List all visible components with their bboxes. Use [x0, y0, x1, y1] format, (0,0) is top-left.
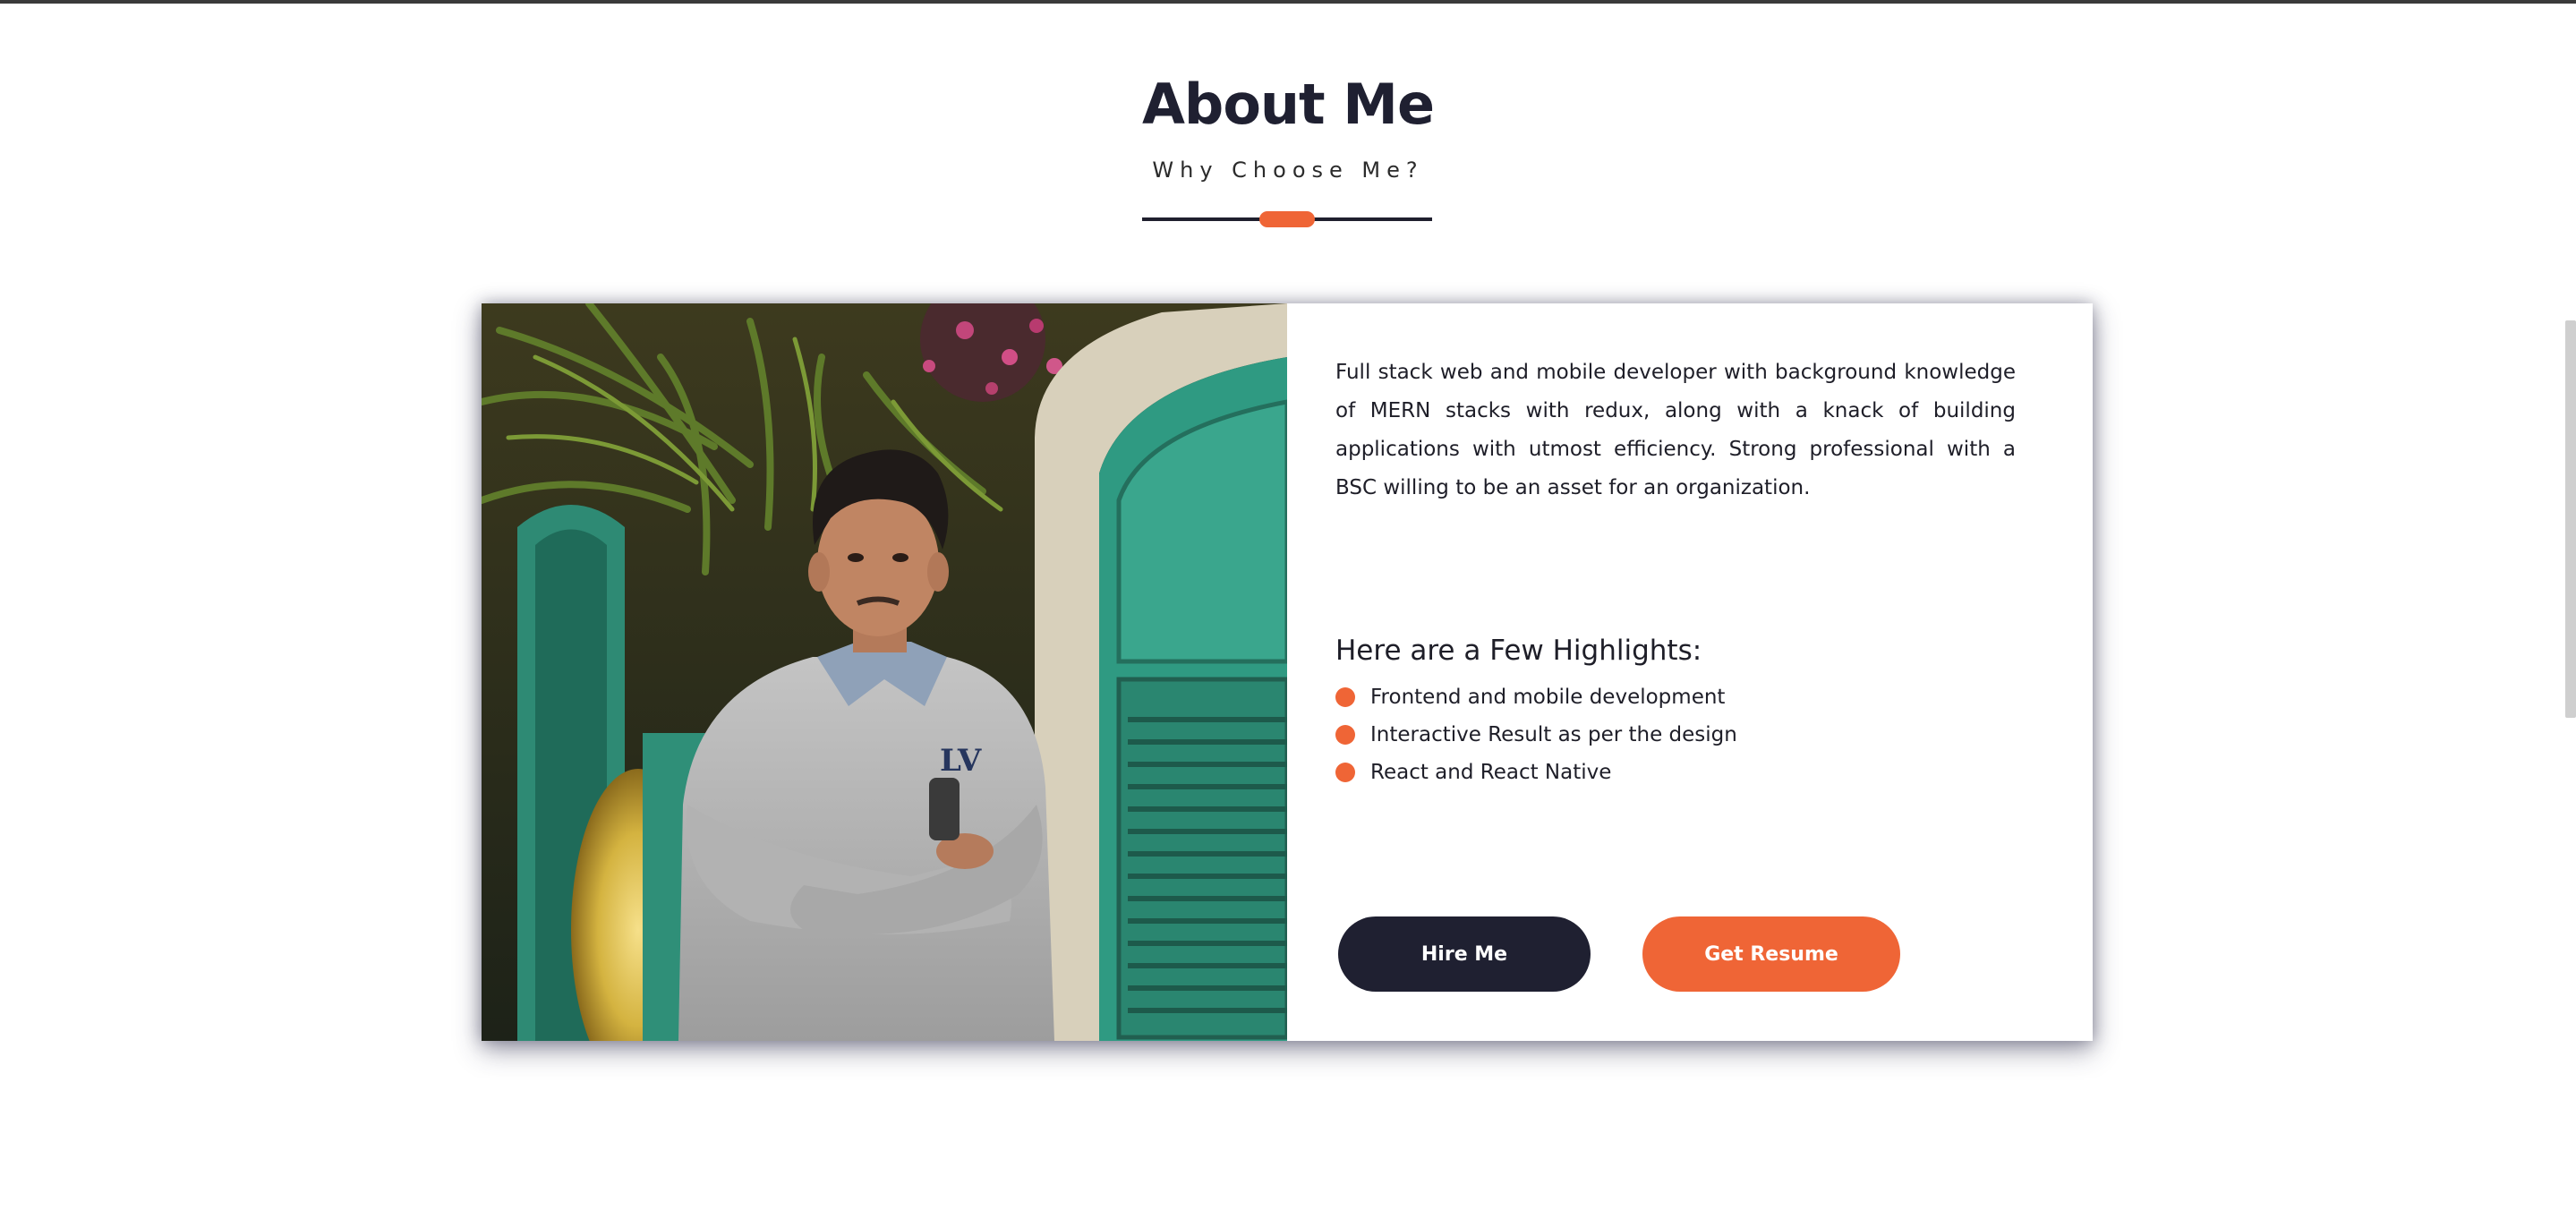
about-content: Full stack web and mobile developer with… — [1335, 303, 2055, 1041]
highlight-text: Frontend and mobile development — [1370, 686, 1726, 709]
highlight-text: React and React Native — [1370, 761, 1612, 784]
section-subtitle: Why Choose Me? — [1152, 158, 1424, 183]
scrollbar-thumb[interactable] — [2565, 320, 2576, 718]
bio-text: Full stack web and mobile developer with… — [1335, 361, 2016, 499]
list-item: Frontend and mobile development — [1335, 678, 1737, 716]
divider-accent-pill — [1259, 211, 1315, 227]
highlight-text: Interactive Result as per the design — [1370, 723, 1737, 746]
bullet-dot-icon — [1335, 763, 1355, 782]
bullet-dot-icon — [1335, 687, 1355, 707]
bullet-dot-icon — [1335, 725, 1355, 745]
highlights-heading: Here are a Few Highlights: — [1335, 635, 1702, 667]
top-border — [0, 0, 2576, 4]
profile-photo: LV — [482, 303, 1287, 1041]
hire-me-button[interactable]: Hire Me — [1338, 916, 1591, 992]
list-item: Interactive Result as per the design — [1335, 716, 1737, 754]
get-resume-button[interactable]: Get Resume — [1642, 916, 1900, 992]
highlights-list: Frontend and mobile development Interact… — [1335, 678, 1737, 791]
list-item: React and React Native — [1335, 754, 1737, 791]
section-title: About Me — [1141, 72, 1435, 137]
svg-text:LV: LV — [940, 743, 982, 779]
about-card: LV Full stack web and mobile developer w… — [482, 303, 2093, 1041]
